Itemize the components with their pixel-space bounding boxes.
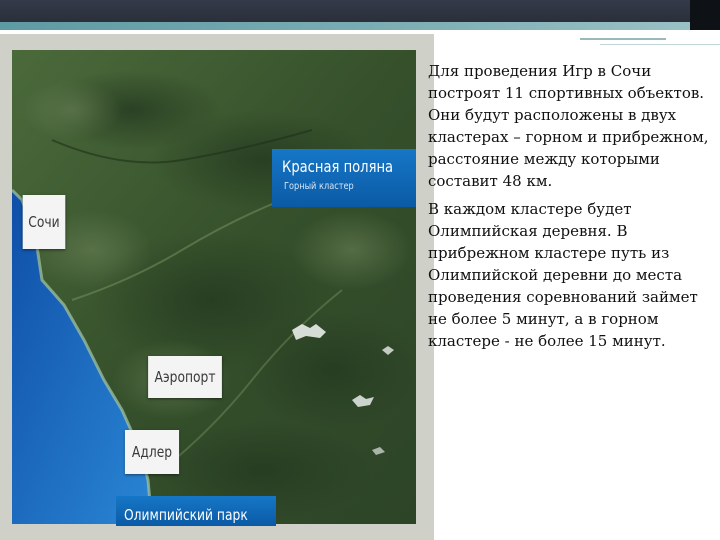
sochi-label: Сочи [22,195,66,249]
decorative-rule [580,38,666,40]
krasnaya-polyana-banner: Красная поляна Горный кластер [272,149,416,207]
top-accent-stripe [0,22,720,30]
airport-label: Аэропорт [148,356,222,398]
satellite-map-image [12,50,416,524]
olympic-park-title: Олимпийский парк [124,506,248,524]
decorative-rule [600,44,720,45]
paragraph: Для проведения Игр в Сочи построят 11 сп… [428,62,709,190]
map-frame [0,34,434,540]
satellite-map [12,50,416,524]
slide-text: Для проведения Игр в Сочи построят 11 сп… [428,60,714,358]
adler-label: Адлер [124,430,180,474]
olympic-park-banner: Олимпийский парк [116,496,276,526]
mountain-cluster-subtitle: Горный кластер [284,181,354,192]
krasnaya-polyana-title: Красная поляна [282,157,394,176]
corner-decoration [690,0,720,30]
paragraph: В каждом кластере будет Олимпийская дере… [428,200,698,350]
top-title-bar [0,0,720,22]
